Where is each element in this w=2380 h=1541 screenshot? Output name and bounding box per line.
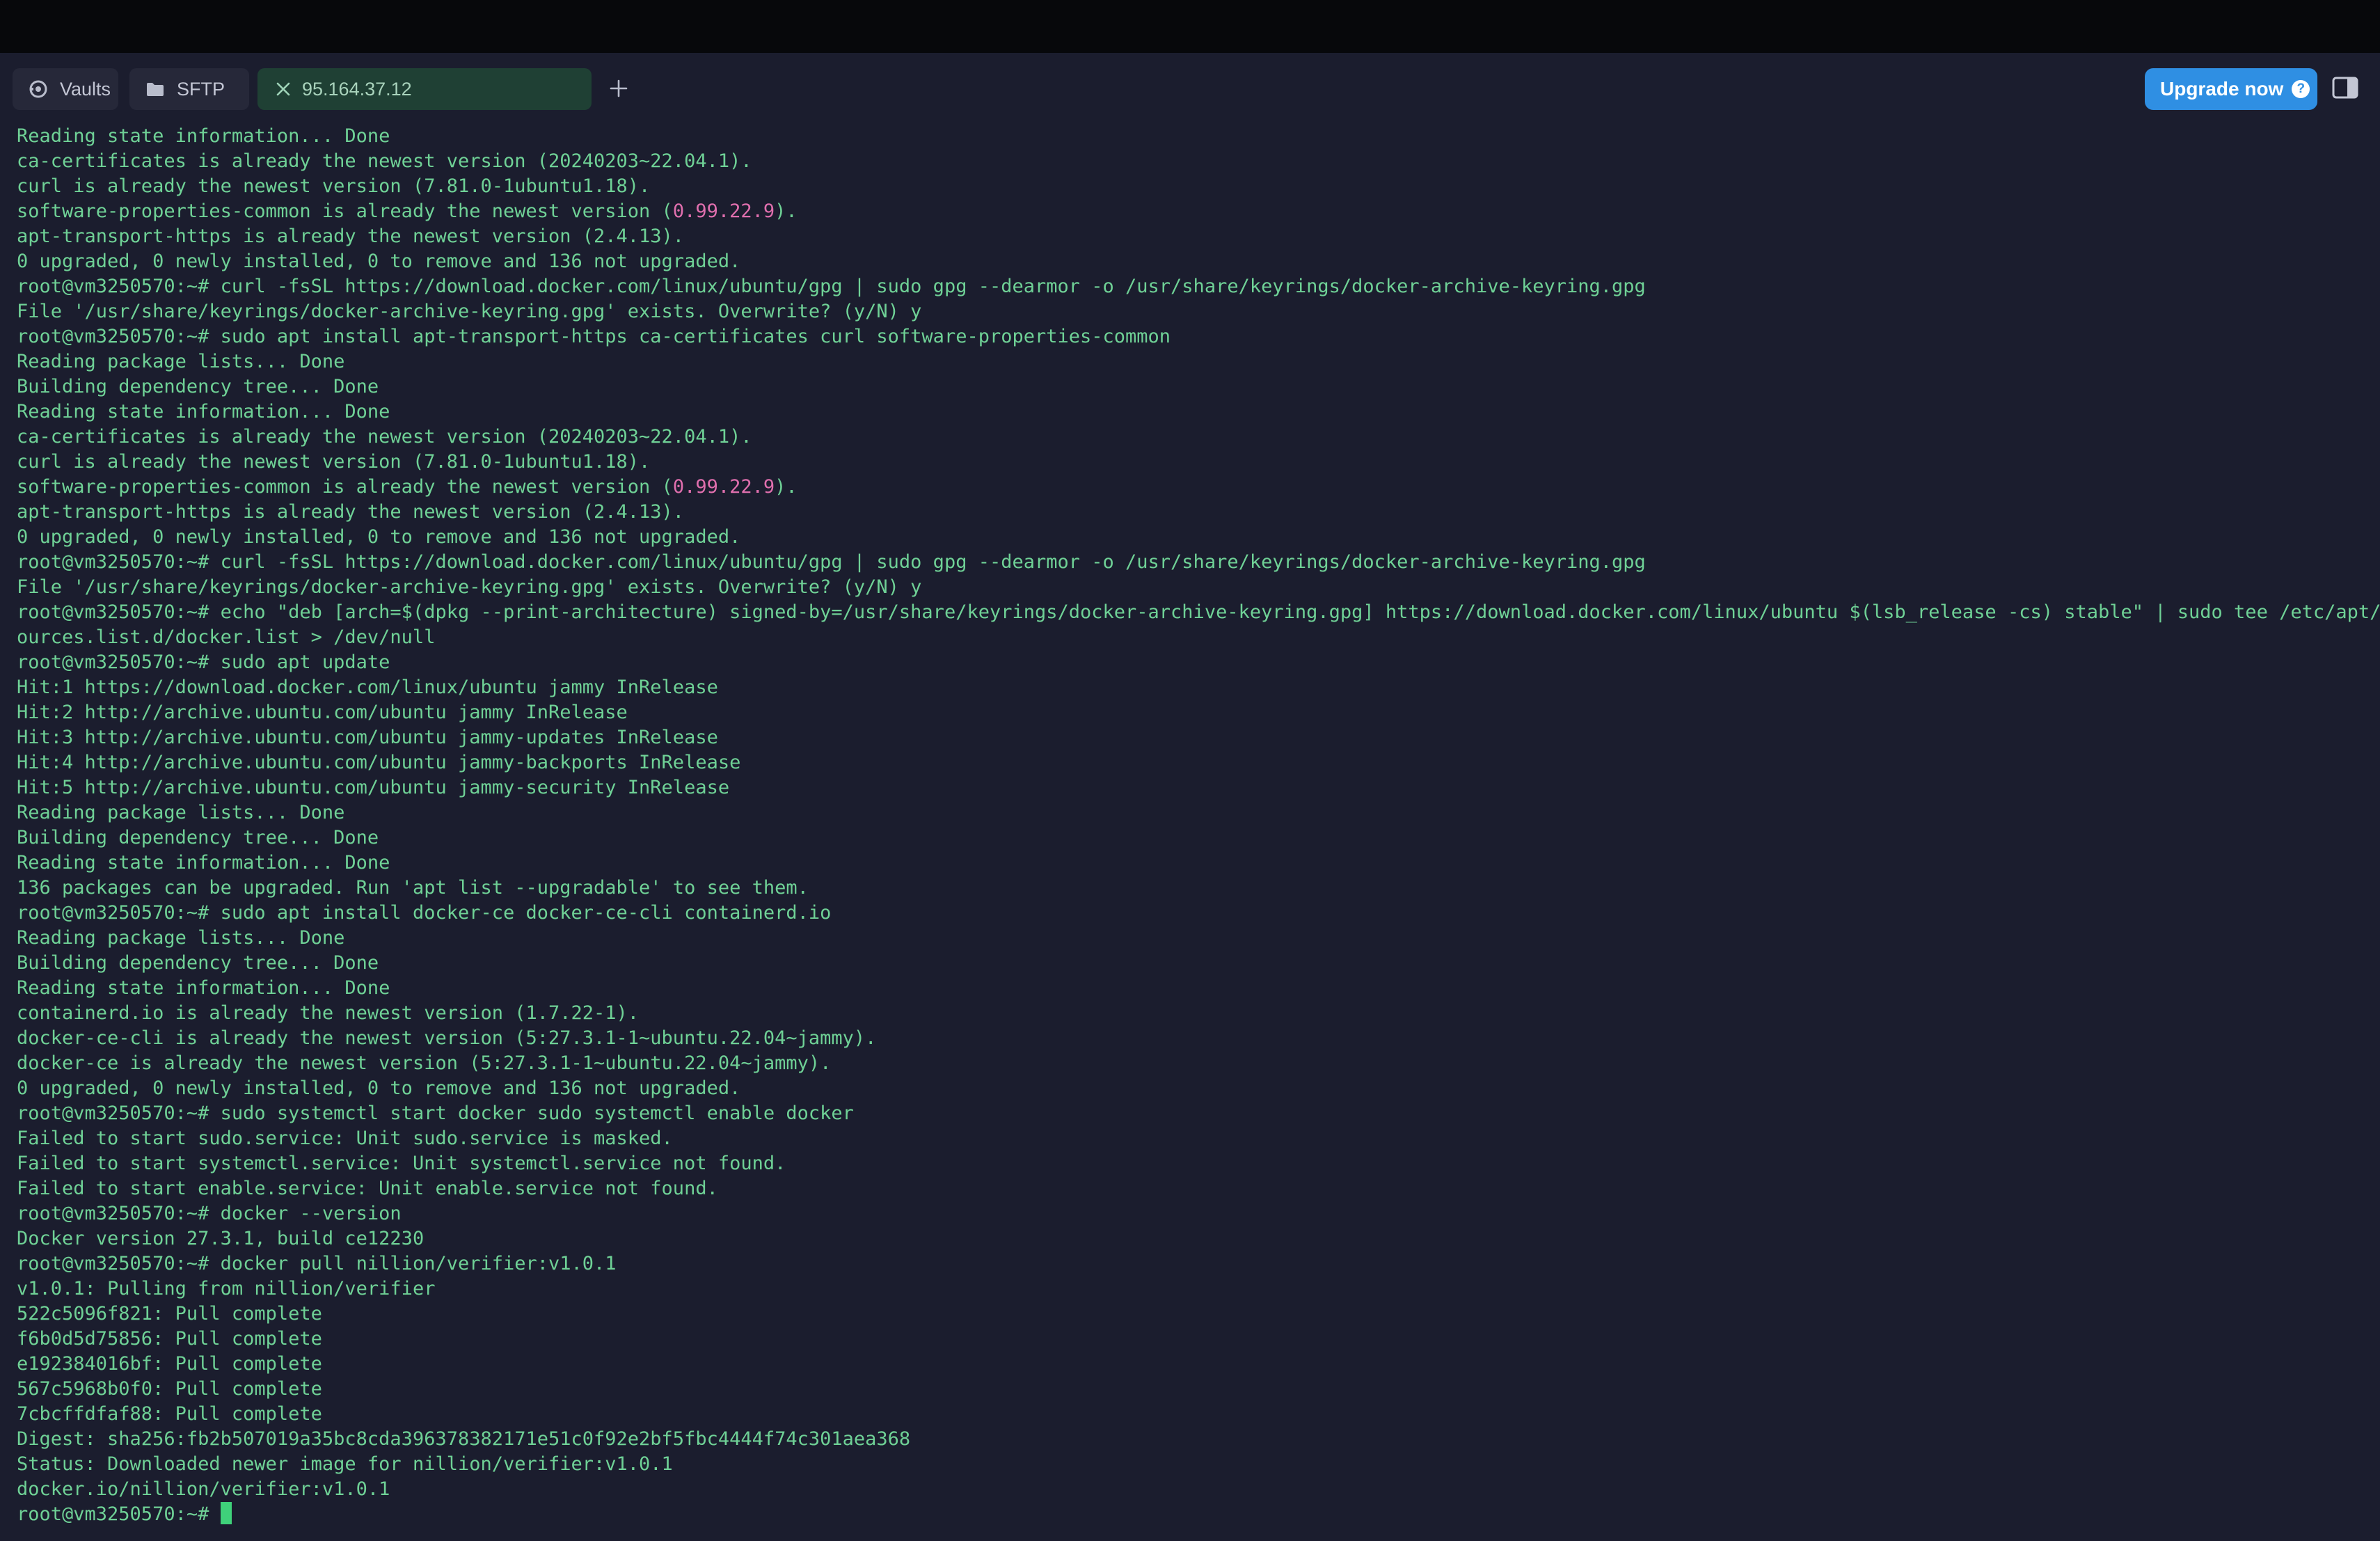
terminal-line: root@vm3250570:~# sudo apt install apt-t… <box>17 326 1171 347</box>
terminal-line: 522c5096f821: Pull complete <box>17 1303 322 1325</box>
terminal-line: root@vm3250570:~# sudo systemctl start d… <box>17 1103 854 1124</box>
terminal-line: Reading package lists... Done <box>17 927 345 949</box>
terminal-line: software-properties-common is already th… <box>17 475 2380 500</box>
terminal-output[interactable]: Reading state information... Done ca-cert… <box>0 124 2380 1541</box>
tab-sftp[interactable]: SFTP <box>129 68 249 110</box>
terminal-line: root@vm3250570:~# docker --version <box>17 1203 402 1224</box>
terminal-line: Reading state information... Done <box>17 977 390 999</box>
terminal-line: docker.io/nillion/verifier:v1.0.1 <box>17 1478 390 1500</box>
terminal-line: Building dependency tree... Done <box>17 376 379 397</box>
terminal-line: Status: Downloaded newer image for nilli… <box>17 1453 673 1475</box>
terminal-line: root@vm3250570:~# sudo apt install docke… <box>17 902 832 924</box>
terminal-line: Hit:3 http://archive.ubuntu.com/ubuntu j… <box>17 727 718 748</box>
terminal-highlight-text: 0.99.22.9 <box>672 476 775 498</box>
terminal-line: Reading state information... Done <box>17 125 390 147</box>
tab-sftp-label: SFTP <box>177 78 225 100</box>
terminal-line: docker-ce-cli is already the newest vers… <box>17 1027 877 1049</box>
terminal-text: ). <box>775 200 798 222</box>
tab-bar: Vaults SFTP 95.164.37.12 Upgrade now ? <box>0 53 2380 125</box>
terminal-prompt: root@vm3250570:~# <box>17 1503 221 1525</box>
close-icon[interactable] <box>271 77 295 101</box>
terminal-line: Reading state information... Done <box>17 401 390 422</box>
terminal-line: root@vm3250570:~# sudo apt update <box>17 651 390 673</box>
terminal-line: 136 packages can be upgraded. Run 'apt l… <box>17 877 809 899</box>
terminal-line: Failed to start systemctl.service: Unit … <box>17 1153 786 1174</box>
terminal-line: Building dependency tree... Done <box>17 952 379 974</box>
terminal-line: Reading package lists... Done <box>17 802 345 823</box>
terminal-line: 0 upgraded, 0 newly installed, 0 to remo… <box>17 526 741 548</box>
terminal-text: software-properties-common is already th… <box>17 476 673 498</box>
terminal-line: docker-ce is already the newest version … <box>17 1052 832 1074</box>
terminal-line: e192384016bf: Pull complete <box>17 1353 322 1375</box>
terminal-line: ources.list.d/docker.list > /dev/null <box>17 626 436 648</box>
terminal-line: curl is already the newest version (7.81… <box>17 175 651 197</box>
terminal-line: Hit:5 http://archive.ubuntu.com/ubuntu j… <box>17 777 730 798</box>
terminal-line: root@vm3250570:~# curl -fsSL https://dow… <box>17 551 1646 573</box>
terminal-line: Digest: sha256:fb2b507019a35bc8cda396378… <box>17 1428 911 1450</box>
upgrade-now-label: Upgrade now <box>2160 78 2284 100</box>
terminal-line: Building dependency tree... Done <box>17 827 379 848</box>
sidebar-icon <box>2332 77 2358 102</box>
tab-vaults[interactable]: Vaults <box>13 68 118 110</box>
terminal-line: curl is already the newest version (7.81… <box>17 451 651 473</box>
terminal-line: File '/usr/share/keyrings/docker-archive… <box>17 301 922 322</box>
help-icon: ? <box>2292 80 2310 98</box>
terminal-line: Reading state information... Done <box>17 852 390 874</box>
terminal-line: Hit:2 http://archive.ubuntu.com/ubuntu j… <box>17 702 628 723</box>
terminal-line: ca-certificates is already the newest ve… <box>17 426 752 448</box>
terminal-line: root@vm3250570:~# docker pull nillion/ve… <box>17 1253 617 1274</box>
terminal-line: 0 upgraded, 0 newly installed, 0 to remo… <box>17 251 741 272</box>
terminal-line: software-properties-common is already th… <box>17 199 2380 224</box>
terminal-text: ). <box>775 476 798 498</box>
terminal-line: apt-transport-https is already the newes… <box>17 501 685 523</box>
window-title-bar <box>0 0 2380 53</box>
tab-vaults-label: Vaults <box>60 78 111 100</box>
terminal-line: root@vm3250570:~# curl -fsSL https://dow… <box>17 276 1646 297</box>
terminal-line: v1.0.1: Pulling from nillion/verifier <box>17 1278 436 1299</box>
upgrade-now-button[interactable]: Upgrade now ? <box>2145 68 2317 110</box>
terminal-line: containerd.io is already the newest vers… <box>17 1002 640 1024</box>
terminal-line: 0 upgraded, 0 newly installed, 0 to remo… <box>17 1077 741 1099</box>
plus-icon <box>610 79 628 101</box>
tab-host-session[interactable]: 95.164.37.12 <box>257 68 592 110</box>
terminal-line: f6b0d5d75856: Pull complete <box>17 1328 322 1350</box>
terminal-line: Failed to start enable.service: Unit ena… <box>17 1178 718 1199</box>
folder-icon <box>143 77 167 101</box>
terminal-line: 567c5968b0f0: Pull complete <box>17 1378 322 1400</box>
terminal-line: File '/usr/share/keyrings/docker-archive… <box>17 576 922 598</box>
terminal-line: ca-certificates is already the newest ve… <box>17 150 752 172</box>
terminal-line: Hit:4 http://archive.ubuntu.com/ubuntu j… <box>17 752 741 773</box>
terminal-line: Hit:1 https://download.docker.com/linux/… <box>17 677 718 698</box>
side-panel-toggle-button[interactable] <box>2329 75 2362 103</box>
terminal-prompt-line[interactable]: root@vm3250570:~# <box>17 1502 2380 1527</box>
terminal-cursor <box>220 1502 232 1524</box>
terminal-line: apt-transport-https is already the newes… <box>17 226 685 247</box>
new-tab-button[interactable] <box>603 74 635 106</box>
terminal-text: software-properties-common is already th… <box>17 200 673 222</box>
terminal-highlight-text: 0.99.22.9 <box>672 200 775 222</box>
terminal-line: Failed to start sudo.service: Unit sudo.… <box>17 1128 673 1149</box>
terminal-line: Docker version 27.3.1, build ce12230 <box>17 1228 425 1249</box>
tab-host-label: 95.164.37.12 <box>302 78 412 100</box>
terminal-line: Reading package lists... Done <box>17 351 345 372</box>
terminal-line: 7cbcffdfaf88: Pull complete <box>17 1403 322 1425</box>
vault-icon <box>26 77 50 101</box>
terminal-line: root@vm3250570:~# echo "deb [arch=$(dpkg… <box>17 601 2380 623</box>
